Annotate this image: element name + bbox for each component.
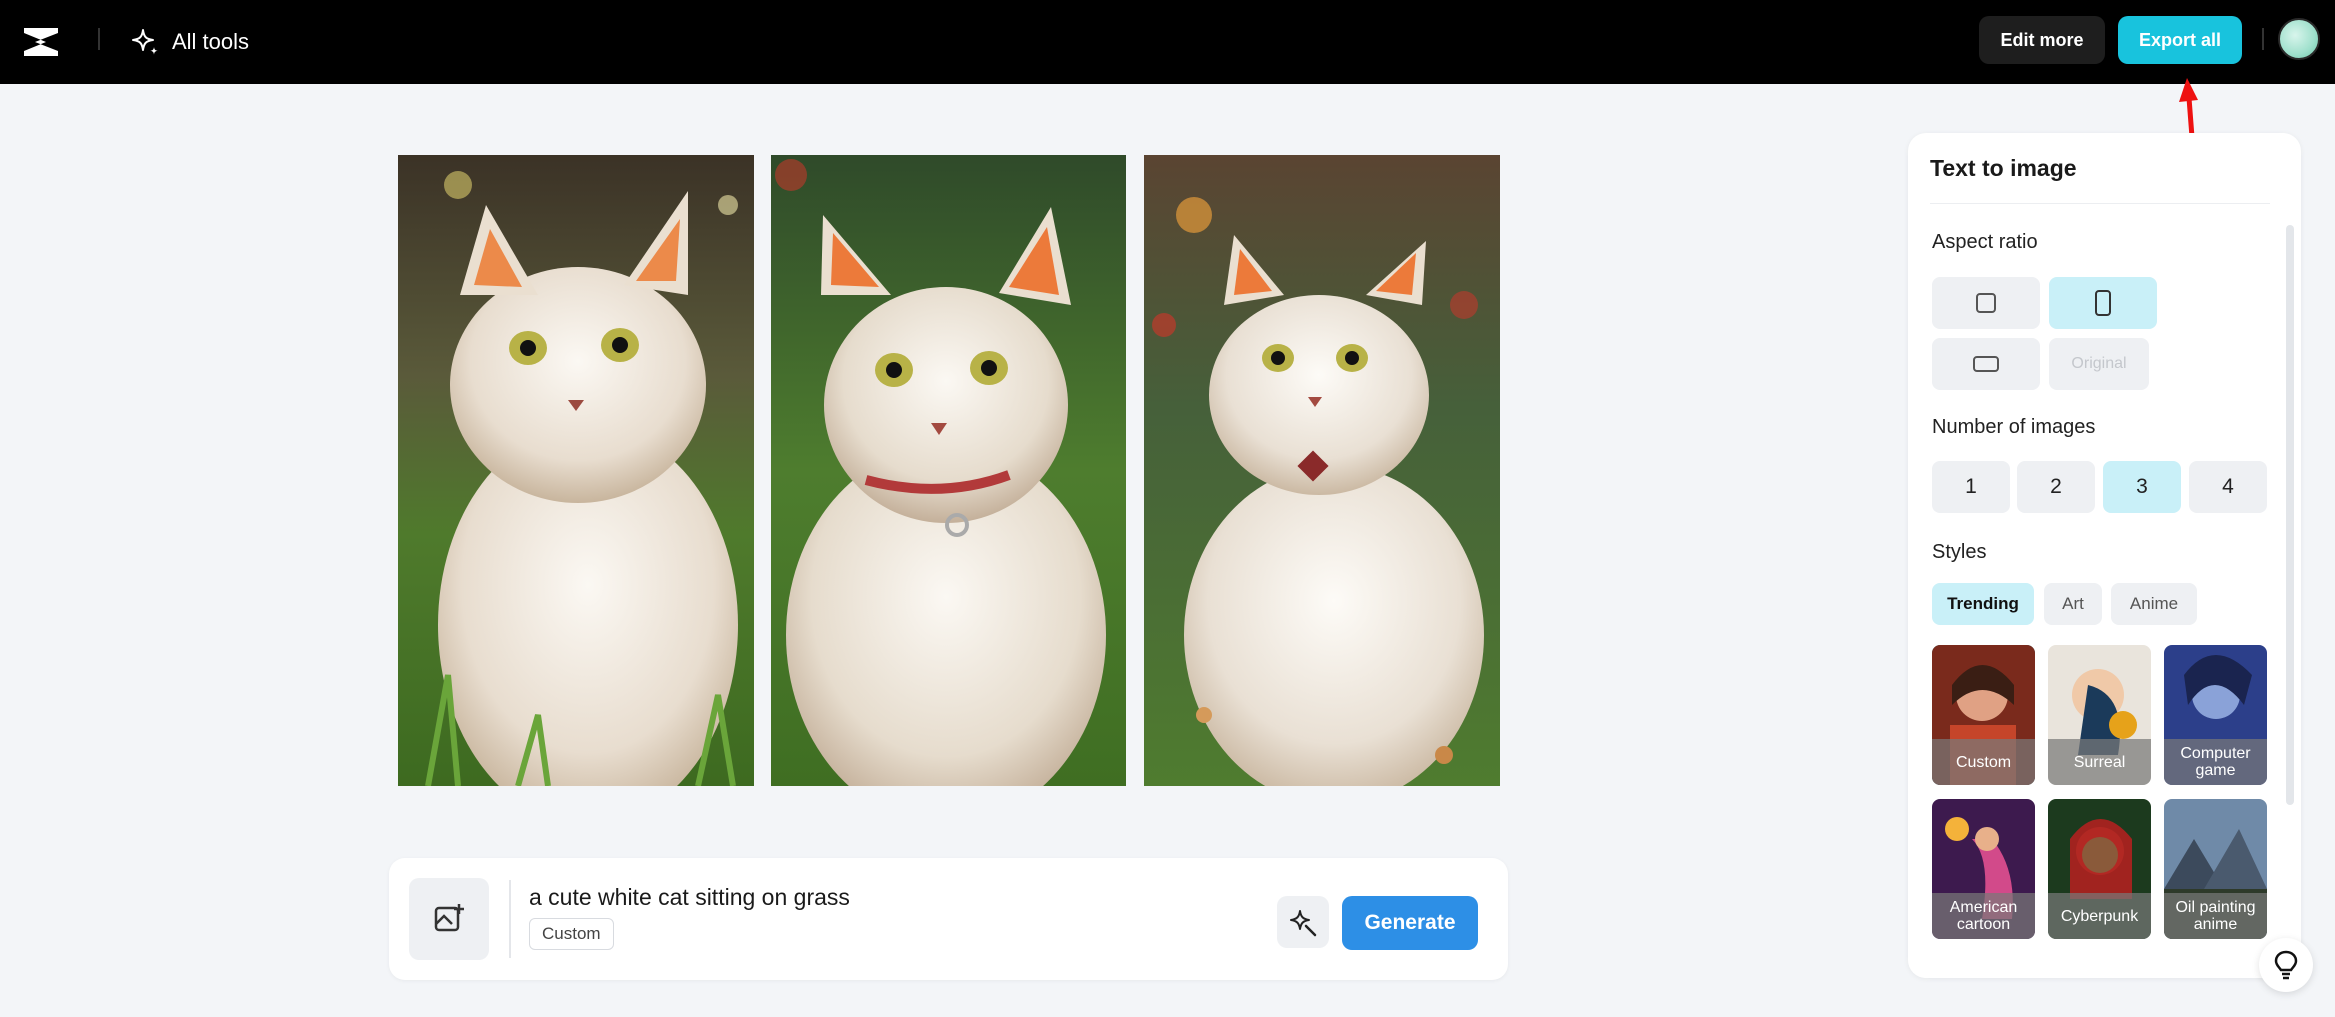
capcut-logo-icon[interactable] — [20, 22, 62, 62]
divider — [2262, 28, 2264, 50]
tab-anime[interactable]: Anime — [2111, 583, 2197, 625]
num-images-4-button[interactable]: 4 — [2189, 461, 2267, 513]
cat-image-icon — [771, 155, 1126, 786]
tab-trending[interactable]: Trending — [1932, 583, 2034, 625]
num-images-3-button[interactable]: 3 — [2103, 461, 2181, 513]
styles-label: Styles — [1932, 541, 1987, 563]
top-bar: All tools Edit more Export all — [0, 0, 2335, 84]
add-reference-image-button[interactable] — [409, 878, 489, 960]
style-tile-oil-painting-anime[interactable]: Oil painting anime — [2164, 799, 2267, 939]
landscape-ratio-icon — [1973, 356, 1999, 372]
panel-bottom-fade — [1908, 943, 2301, 978]
avatar[interactable] — [2278, 18, 2320, 60]
generated-image-3[interactable] — [1144, 155, 1500, 786]
all-tools-button[interactable]: All tools — [130, 22, 249, 62]
aspect-portrait-button[interactable] — [2049, 277, 2157, 329]
tab-art[interactable]: Art — [2044, 583, 2102, 625]
number-of-images-label: Number of images — [1932, 416, 2096, 438]
style-tile-label: Computer game — [2164, 739, 2267, 785]
style-tile-computer-game[interactable]: Computer game — [2164, 645, 2267, 785]
export-all-button[interactable]: Export all — [2118, 16, 2242, 64]
style-tile-cyberpunk[interactable]: Cyberpunk — [2048, 799, 2151, 939]
panel-scrollbar[interactable] — [2286, 225, 2294, 805]
style-tile-label: American cartoon — [1932, 893, 2035, 939]
generated-image-2[interactable] — [771, 155, 1126, 786]
magic-enhance-button[interactable] — [1277, 896, 1329, 948]
style-tag[interactable]: Custom — [529, 918, 614, 950]
style-tile-american-cartoon[interactable]: American cartoon — [1932, 799, 2035, 939]
cat-image-icon — [398, 155, 754, 786]
style-tile-custom[interactable]: Custom — [1932, 645, 2035, 785]
aspect-original-label: Original — [2071, 355, 2127, 372]
text-to-image-panel: Text to image Aspect ratio Original Numb… — [1908, 133, 2301, 978]
divider — [1930, 203, 2270, 204]
aspect-ratio-label: Aspect ratio — [1932, 231, 2038, 253]
tips-button[interactable] — [2259, 938, 2313, 992]
panel-title: Text to image — [1930, 155, 2077, 181]
cat-image-icon — [1144, 155, 1500, 786]
aspect-original-button[interactable]: Original — [2049, 338, 2149, 390]
style-tile-surreal[interactable]: Surreal — [2048, 645, 2151, 785]
divider — [98, 28, 100, 50]
sparkle-icon — [132, 29, 158, 55]
lightbulb-icon — [2274, 950, 2298, 980]
all-tools-label: All tools — [172, 29, 250, 54]
edit-more-button[interactable]: Edit more — [1979, 16, 2105, 64]
add-image-icon — [434, 904, 464, 932]
style-tile-label: Surreal — [2048, 739, 2151, 785]
generate-button[interactable]: Generate — [1342, 896, 1478, 950]
style-tile-label: Custom — [1932, 739, 2035, 785]
aspect-landscape-button[interactable] — [1932, 338, 2040, 390]
num-images-1-button[interactable]: 1 — [1932, 461, 2010, 513]
portrait-ratio-icon — [2095, 290, 2111, 316]
square-ratio-icon — [1976, 293, 1996, 313]
magic-wand-icon — [1290, 910, 1317, 937]
num-images-2-button[interactable]: 2 — [2017, 461, 2095, 513]
prompt-input[interactable]: a cute white cat sitting on grass — [529, 884, 850, 911]
prompt-bar: a cute white cat sitting on grass Custom… — [389, 858, 1508, 980]
style-tile-label: Oil painting anime — [2164, 893, 2267, 939]
generated-image-1[interactable] — [398, 155, 754, 786]
aspect-square-button[interactable] — [1932, 277, 2040, 329]
style-tile-label: Cyberpunk — [2048, 893, 2151, 939]
divider — [509, 880, 511, 958]
